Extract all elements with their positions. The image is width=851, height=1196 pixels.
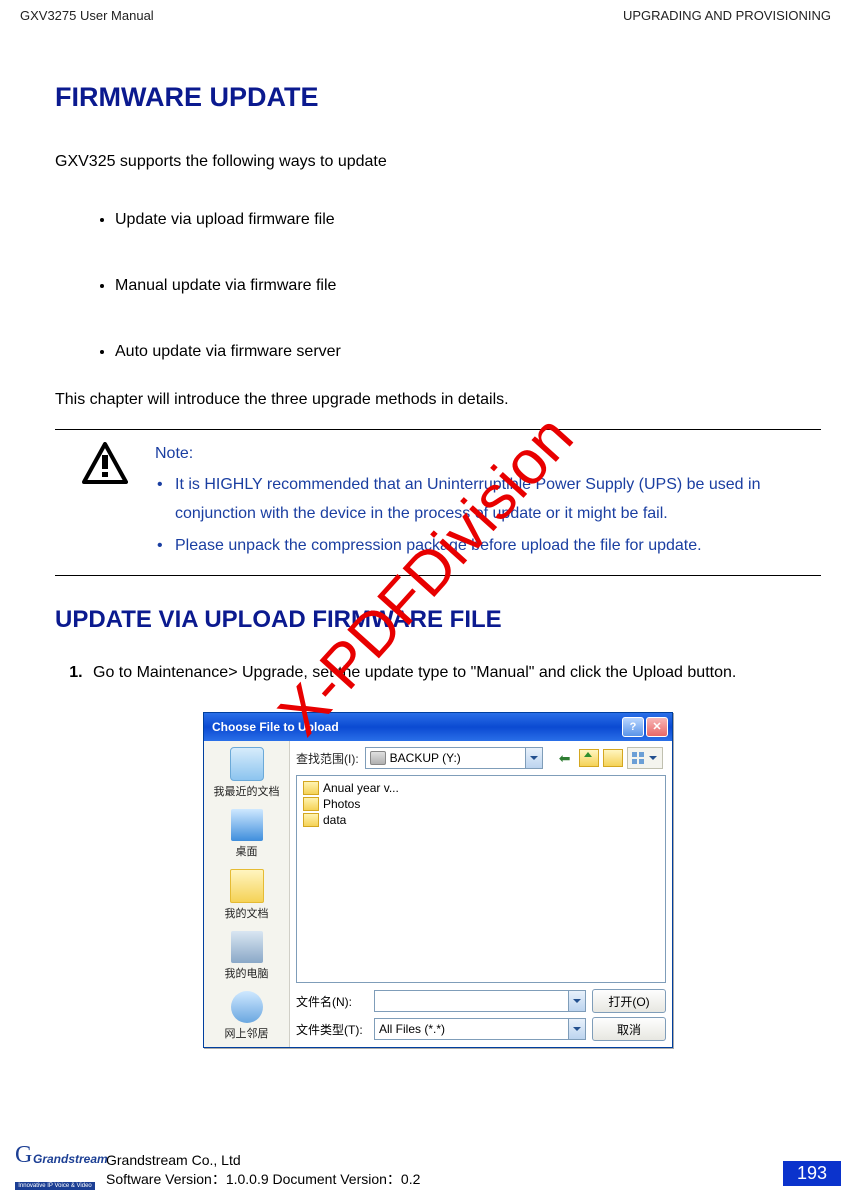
step-1: Go to Maintenance> Upgrade, set the upda… xyxy=(87,664,821,682)
note-item-unpack: Please unpack the compression package be… xyxy=(175,532,821,561)
dialog-titlebar: Choose File to Upload ? ✕ xyxy=(204,713,672,741)
folder-name: Photos xyxy=(323,797,360,811)
filetype-value: All Files (*.*) xyxy=(379,1022,445,1036)
lookin-value: BACKUP (Y:) xyxy=(390,751,461,765)
folder-item[interactable]: Anual year v... xyxy=(303,780,659,796)
filename-input[interactable] xyxy=(374,990,586,1012)
place-mycomputer-label: 我的电脑 xyxy=(225,965,269,981)
heading-update-via-upload: UPDATE VIA UPLOAD FIRMWARE FILE xyxy=(55,606,821,634)
bottom-rows: 文件名(N): 打开(O) 文件类型(T): All Files (*.*) xyxy=(296,983,666,1041)
place-recent[interactable]: 我最近的文档 xyxy=(214,747,280,799)
nav-back-button[interactable]: ⬅ xyxy=(555,748,575,768)
dialog-title-text: Choose File to Upload xyxy=(212,720,622,734)
lookin-label: 查找范围(I): xyxy=(296,750,359,767)
open-button[interactable]: 打开(O) xyxy=(592,989,666,1013)
place-desktop[interactable]: 桌面 xyxy=(231,809,263,859)
folder-icon xyxy=(303,781,319,795)
place-network[interactable]: 网上邻居 xyxy=(225,991,269,1041)
footer-text: Grandstream Co., Ltd Software Version：1.… xyxy=(100,1151,783,1190)
logo-tagline: Innovative IP Voice & Video xyxy=(15,1182,95,1190)
close-button[interactable]: ✕ xyxy=(646,717,668,737)
filename-label: 文件名(N): xyxy=(296,993,368,1010)
recent-icon xyxy=(230,747,264,781)
logo: G Grandstream Innovative IP Voice & Vide… xyxy=(10,1146,100,1190)
filetype-dropdown[interactable]: All Files (*.*) xyxy=(374,1018,586,1040)
heading-firmware-update: FIRMWARE UPDATE xyxy=(55,82,821,113)
folder-item[interactable]: data xyxy=(303,812,659,828)
steps-list: Go to Maintenance> Upgrade, set the upda… xyxy=(55,664,821,682)
help-button[interactable]: ? xyxy=(622,717,644,737)
folder-icon xyxy=(303,813,319,827)
bullet-auto: Auto update via firmware server xyxy=(115,343,821,361)
file-list[interactable]: Anual year v... Photos data xyxy=(296,775,666,983)
filetype-label: 文件类型(T): xyxy=(296,1021,368,1038)
header-right: UPGRADING AND PROVISIONING xyxy=(623,8,831,23)
lookin-dropdown[interactable]: BACKUP (Y:) xyxy=(365,747,543,769)
folder-item[interactable]: Photos xyxy=(303,796,659,812)
dropdown-arrow-icon xyxy=(568,991,585,1011)
nav-views-button[interactable] xyxy=(627,747,663,769)
logo-g-glyph: G xyxy=(15,1142,32,1169)
note-title: Note: xyxy=(155,440,821,469)
disk-icon xyxy=(370,751,386,765)
warning-icon xyxy=(55,440,155,484)
place-mycomputer[interactable]: 我的电脑 xyxy=(225,931,269,981)
page-header: GXV3275 User Manual UPGRADING AND PROVIS… xyxy=(0,0,851,27)
place-mydocs[interactable]: 我的文档 xyxy=(225,869,269,921)
update-methods-list: Update via upload firmware file Manual u… xyxy=(55,211,821,361)
nav-newfolder-button[interactable] xyxy=(603,748,623,768)
place-mydocs-label: 我的文档 xyxy=(225,905,269,921)
desktop-icon xyxy=(231,809,263,841)
dropdown-arrow-icon xyxy=(525,748,542,768)
views-grid-icon xyxy=(632,752,644,764)
dropdown-arrow-icon xyxy=(568,1019,585,1039)
chapter-intro: This chapter will introduce the three up… xyxy=(55,391,821,409)
filename-row: 文件名(N): 打开(O) xyxy=(296,989,666,1013)
note-block: Note: It is HIGHLY recommended that an U… xyxy=(55,429,821,576)
network-icon xyxy=(231,991,263,1023)
page-footer: G Grandstream Innovative IP Voice & Vide… xyxy=(0,1146,851,1190)
note-item-ups: It is HIGHLY recommended that an Uninter… xyxy=(175,471,821,529)
file-upload-dialog: Choose File to Upload ? ✕ 我最近的文档 桌面 xyxy=(203,712,673,1048)
footer-version: Software Version：1.0.0.9 Document Versio… xyxy=(106,1170,783,1190)
nav-up-button[interactable] xyxy=(579,748,599,768)
place-recent-label: 我最近的文档 xyxy=(214,783,280,799)
folder-icon xyxy=(303,797,319,811)
screenshot-figure: Choose File to Upload ? ✕ 我最近的文档 桌面 xyxy=(55,712,821,1048)
logo-brand-text: Grandstream xyxy=(33,1152,108,1166)
lookin-row: 查找范围(I): BACKUP (Y:) ⬅ xyxy=(296,747,666,775)
mycomputer-icon xyxy=(231,931,263,963)
intro-paragraph: GXV325 supports the following ways to up… xyxy=(55,153,821,171)
place-desktop-label: 桌面 xyxy=(236,843,258,859)
page-content: FIRMWARE UPDATE GXV325 supports the foll… xyxy=(0,27,851,1048)
header-left: GXV3275 User Manual xyxy=(20,8,154,23)
place-network-label: 网上邻居 xyxy=(225,1025,269,1041)
cancel-button[interactable]: 取消 xyxy=(592,1017,666,1041)
chevron-down-icon xyxy=(649,756,657,760)
folder-name: data xyxy=(323,813,346,827)
footer-company: Grandstream Co., Ltd xyxy=(106,1151,783,1171)
nav-icons: ⬅ xyxy=(555,747,663,769)
page-number: 193 xyxy=(783,1161,841,1186)
dialog-main-pane: 查找范围(I): BACKUP (Y:) ⬅ xyxy=(290,741,672,1047)
mydocs-icon xyxy=(230,869,264,903)
note-body: Note: It is HIGHLY recommended that an U… xyxy=(155,440,821,565)
places-bar: 我最近的文档 桌面 我的文档 我的电脑 xyxy=(204,741,290,1047)
folder-name: Anual year v... xyxy=(323,781,399,795)
bullet-upload: Update via upload firmware file xyxy=(115,211,821,229)
filetype-row: 文件类型(T): All Files (*.*) 取消 xyxy=(296,1017,666,1041)
bullet-manual: Manual update via firmware file xyxy=(115,277,821,295)
